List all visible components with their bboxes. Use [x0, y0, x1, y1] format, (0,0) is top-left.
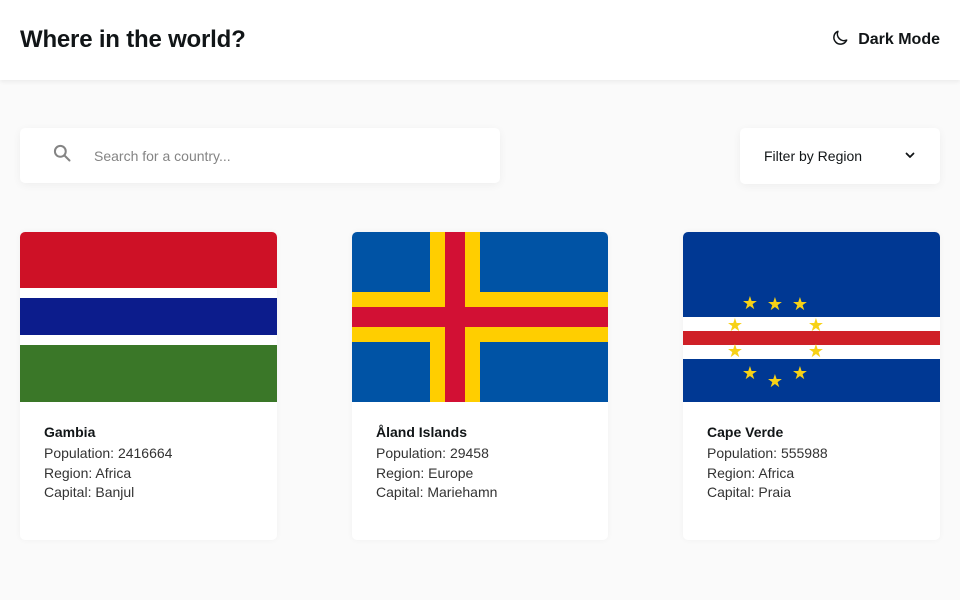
svg-text:★: ★: [767, 371, 783, 392]
region-row: Region: Europe: [376, 464, 584, 484]
svg-text:★: ★: [742, 363, 758, 384]
cape-verde-flag: ★ ★ ★ ★ ★ ★ ★ ★ ★ ★: [683, 232, 940, 402]
capital-label: Capital:: [707, 484, 755, 500]
dark-mode-toggle[interactable]: Dark Mode: [830, 28, 940, 53]
country-name: Gambia: [44, 424, 96, 440]
capital-value: Mariehamn: [427, 484, 498, 500]
search-box[interactable]: [20, 128, 500, 183]
population-value: 2416664: [117, 445, 173, 461]
population-label: Population:: [376, 445, 447, 461]
capital-label: Capital:: [44, 484, 92, 500]
search-icon: [52, 143, 72, 168]
capital-row: Capital: Mariehamn: [376, 483, 584, 503]
svg-text:★: ★: [808, 341, 824, 362]
capital-row: Capital: Praia: [707, 483, 916, 503]
capital-label: Capital:: [376, 484, 424, 500]
capital-value: Banjul: [95, 484, 135, 500]
population-value: 555988: [780, 445, 828, 461]
app-header: Where in the world? Dark Mode: [0, 0, 960, 80]
region-label: Region:: [707, 464, 756, 481]
capital-value: Praia: [758, 484, 792, 500]
region-value: Europe: [428, 464, 474, 481]
moon-icon: [830, 28, 850, 53]
region-filter-dropdown[interactable]: Filter by Region: [740, 128, 940, 184]
region-label: Region:: [44, 464, 93, 481]
country-card-cape-verde[interactable]: ★ ★ ★ ★ ★ ★ ★ ★ ★ ★ Cape Verde Populatio…: [683, 232, 940, 540]
population-row: Population: 2416664: [44, 444, 253, 464]
search-input[interactable]: [94, 147, 434, 164]
population-row: Population: 555988: [707, 444, 916, 464]
svg-text:★: ★: [727, 341, 743, 362]
svg-text:★: ★: [742, 293, 758, 314]
svg-text:★: ★: [808, 315, 824, 336]
region-label: Region:: [376, 464, 425, 481]
aland-islands-flag: [352, 232, 608, 402]
population-label: Population:: [707, 445, 778, 461]
population-row: Population: 29458: [376, 444, 584, 464]
app-title: Where in the world?: [20, 26, 246, 53]
region-filter-label: Filter by Region: [764, 148, 863, 164]
country-name: Åland Islands: [376, 424, 468, 440]
region-row: Region: Africa: [707, 464, 916, 484]
svg-text:★: ★: [767, 294, 783, 315]
capital-row: Capital: Banjul: [44, 483, 253, 503]
region-value: Africa: [758, 464, 795, 481]
svg-text:★: ★: [727, 315, 743, 336]
population-value: 29458: [449, 445, 489, 461]
chevron-down-icon: [904, 148, 916, 164]
population-label: Population:: [44, 445, 115, 461]
region-value: Africa: [95, 464, 132, 481]
svg-text:★: ★: [792, 363, 808, 384]
gambia-flag: [20, 232, 277, 402]
region-row: Region: Africa: [44, 464, 253, 484]
dark-mode-label: Dark Mode: [858, 31, 940, 48]
svg-text:★: ★: [792, 294, 808, 315]
country-name: Cape Verde: [707, 424, 784, 440]
country-card-gambia[interactable]: Gambia Population: 2416664 Region: Afric…: [20, 232, 277, 540]
country-card-aland-islands[interactable]: Åland Islands Population: 29458 Region: …: [352, 232, 608, 540]
